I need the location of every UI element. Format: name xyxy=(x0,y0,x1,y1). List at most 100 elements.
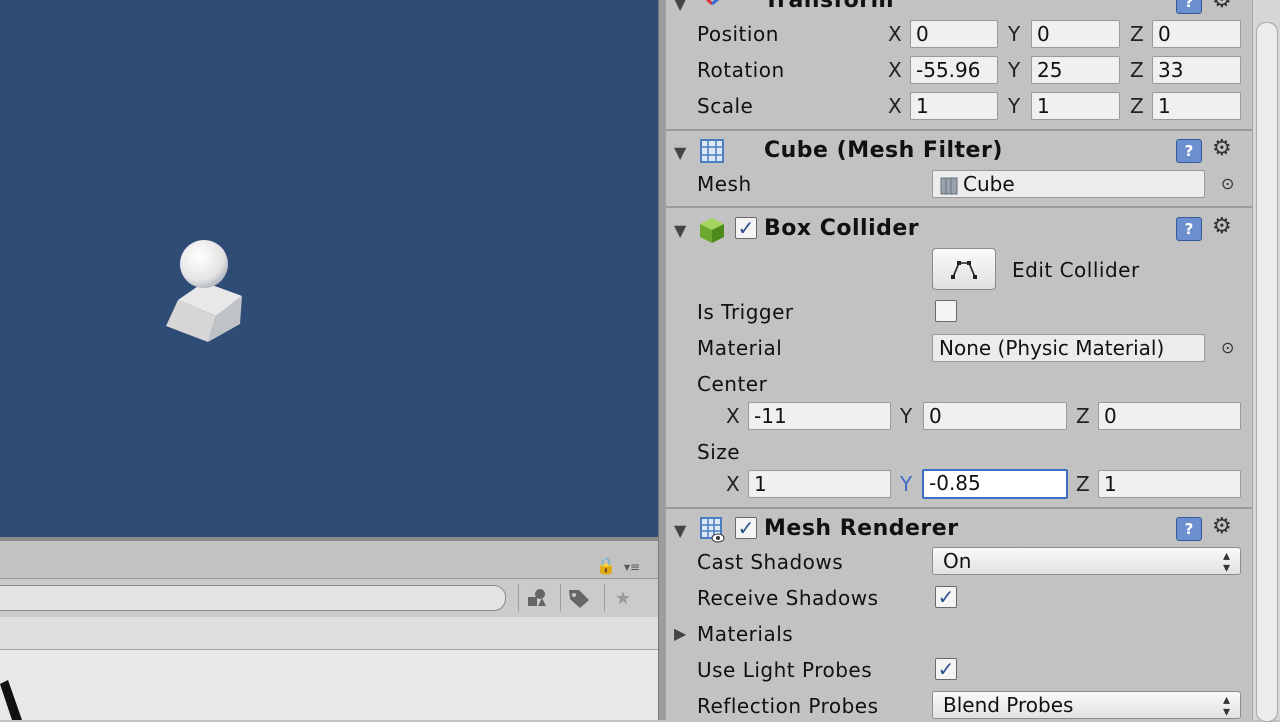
component-separator xyxy=(666,206,1252,208)
reflection-probes-dropdown[interactable]: Blend Probes ▴ ▾ xyxy=(932,691,1241,719)
mesh-renderer-icon xyxy=(700,517,725,543)
receive-shadows-checkbox[interactable]: ✓ xyxy=(935,586,957,608)
position-label: Position xyxy=(697,22,779,46)
reflection-probes-label: Reflection Probes xyxy=(697,694,879,718)
transform-gear-icon[interactable]: ⚙ xyxy=(1212,0,1232,13)
scene-view[interactable] xyxy=(0,0,658,537)
cast-shadows-label: Cast Shadows xyxy=(697,550,844,574)
size-label: Size xyxy=(697,440,741,464)
favorites-button[interactable]: ★ xyxy=(604,584,641,612)
size-y-field[interactable]: -0.85 xyxy=(922,469,1068,499)
mesh-renderer-enabled-checkbox[interactable]: ✓ xyxy=(735,517,757,539)
cast-shadows-value: On xyxy=(943,549,972,573)
sphere-object xyxy=(180,240,228,288)
component-separator xyxy=(666,129,1252,131)
mesh-label: Mesh xyxy=(697,172,752,196)
scale-y-label[interactable]: Y xyxy=(1008,94,1020,118)
box-collider-help-icon[interactable]: ? xyxy=(1176,217,1202,241)
position-z-field[interactable]: 0 xyxy=(1152,20,1241,48)
is-trigger-checkbox[interactable] xyxy=(935,300,957,322)
scale-z-field[interactable]: 1 xyxy=(1152,92,1241,120)
edit-collider-button[interactable] xyxy=(932,248,996,290)
mesh-renderer-help-icon[interactable]: ? xyxy=(1176,517,1202,541)
center-x-field[interactable]: -11 xyxy=(748,402,891,430)
inspector-scrollbar-thumb[interactable] xyxy=(1256,22,1278,722)
cast-shadows-dropdown[interactable]: On ▴ ▾ xyxy=(932,547,1241,575)
position-x-label[interactable]: X xyxy=(888,22,902,46)
center-y-field[interactable]: 0 xyxy=(923,402,1067,430)
project-content-area[interactable] xyxy=(0,650,658,720)
box-collider-gear-icon[interactable]: ⚙ xyxy=(1212,214,1232,239)
mesh-object-field[interactable]: Cube xyxy=(932,170,1205,198)
size-z-field[interactable]: 1 xyxy=(1098,470,1241,498)
box-collider-foldout-arrow[interactable]: ▼ xyxy=(674,221,686,240)
dropdown-arrow-icon: ▴ ▾ xyxy=(1222,548,1230,576)
center-z-label[interactable]: Z xyxy=(1076,404,1090,428)
shapes-icon xyxy=(528,589,546,606)
size-z-label[interactable]: Z xyxy=(1076,472,1090,496)
tag-icon xyxy=(569,590,589,608)
filter-by-type-button[interactable] xyxy=(518,584,555,612)
mesh-asset-icon xyxy=(940,177,958,194)
center-x-label[interactable]: X xyxy=(726,404,740,428)
center-z-field[interactable]: 0 xyxy=(1098,402,1241,430)
asset-thumbnail-partial[interactable] xyxy=(0,674,30,720)
component-separator xyxy=(666,507,1252,509)
scale-label: Scale xyxy=(697,94,754,118)
materials-foldout-arrow[interactable]: ▶ xyxy=(674,624,686,643)
mesh-picker-icon[interactable]: ⊙ xyxy=(1221,174,1234,193)
rotation-y-field[interactable]: 25 xyxy=(1031,56,1120,84)
scale-z-label[interactable]: Z xyxy=(1130,94,1144,118)
filter-by-label-button[interactable] xyxy=(560,584,597,612)
center-label: Center xyxy=(697,372,768,396)
position-y-label[interactable]: Y xyxy=(1008,22,1020,46)
scale-x-field[interactable]: 1 xyxy=(910,92,998,120)
mesh-filter-title: Cube (Mesh Filter) xyxy=(764,138,1003,163)
star-icon: ★ xyxy=(614,587,632,609)
box-collider-enabled-checkbox[interactable]: ✓ xyxy=(735,217,757,239)
panel-menu-icon[interactable]: ▾≡ xyxy=(624,560,640,574)
box-collider-icon xyxy=(700,218,724,243)
size-y-label[interactable]: Y xyxy=(900,472,912,496)
edit-collider-icon xyxy=(951,261,977,279)
transform-help-icon[interactable]: ? xyxy=(1176,0,1202,14)
is-trigger-label: Is Trigger xyxy=(697,300,794,324)
position-y-field[interactable]: 0 xyxy=(1031,20,1120,48)
rotation-z-label[interactable]: Z xyxy=(1130,58,1144,82)
rotation-label: Rotation xyxy=(697,58,785,82)
rotation-z-field[interactable]: 33 xyxy=(1152,56,1241,84)
rotation-y-label[interactable]: Y xyxy=(1008,58,1020,82)
lock-icon[interactable]: 🔒 xyxy=(596,556,616,575)
size-x-field[interactable]: 1 xyxy=(748,470,891,498)
use-light-probes-checkbox[interactable]: ✓ xyxy=(935,658,957,680)
position-x-field[interactable]: 0 xyxy=(910,20,998,48)
materials-label[interactable]: Materials xyxy=(697,622,793,646)
mesh-filter-gear-icon[interactable]: ⚙ xyxy=(1212,136,1232,161)
position-z-label[interactable]: Z xyxy=(1130,22,1144,46)
material-picker-icon[interactable]: ⊙ xyxy=(1221,338,1234,357)
use-light-probes-label: Use Light Probes xyxy=(697,658,873,682)
transform-foldout-arrow[interactable]: ▼ xyxy=(674,0,686,13)
rotation-x-field[interactable]: -55.96 xyxy=(910,56,998,84)
scale-y-field[interactable]: 1 xyxy=(1031,92,1120,120)
scene-objects[interactable] xyxy=(150,230,260,360)
reflection-probes-value: Blend Probes xyxy=(943,693,1074,717)
mesh-value: Cube xyxy=(963,172,1015,196)
size-x-label[interactable]: X xyxy=(726,472,740,496)
project-breadcrumb-row xyxy=(0,617,658,650)
mesh-renderer-gear-icon[interactable]: ⚙ xyxy=(1212,514,1232,539)
project-search-input[interactable] xyxy=(0,585,506,611)
material-object-field[interactable]: None (Physic Material) xyxy=(932,334,1205,362)
mesh-filter-help-icon[interactable]: ? xyxy=(1176,139,1202,163)
rotation-x-label[interactable]: X xyxy=(888,58,902,82)
receive-shadows-label: Receive Shadows xyxy=(697,586,879,610)
dropdown-arrow-icon: ▴ ▾ xyxy=(1222,692,1230,720)
mesh-renderer-title: Mesh Renderer xyxy=(764,516,959,541)
material-label: Material xyxy=(697,336,783,360)
center-y-label[interactable]: Y xyxy=(900,404,912,428)
mesh-filter-foldout-arrow[interactable]: ▼ xyxy=(674,143,686,162)
mesh-renderer-foldout-arrow[interactable]: ▼ xyxy=(674,521,686,540)
box-collider-title: Box Collider xyxy=(764,216,920,241)
scale-x-label[interactable]: X xyxy=(888,94,902,118)
transform-icon xyxy=(705,0,720,6)
